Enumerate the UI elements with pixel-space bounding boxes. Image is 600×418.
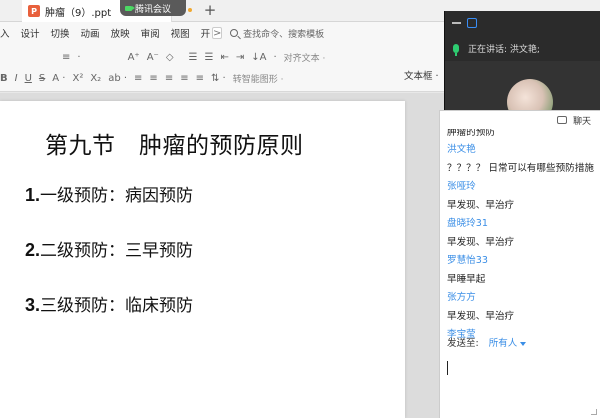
chat-message: ？？？？ 日常可以有哪些预防措施 [447,162,594,174]
bullet-text: 二级预防：三早预防 [40,241,194,261]
chevron-right-icon[interactable]: > [212,27,223,39]
send-to-select[interactable]: 所有人 [489,335,527,349]
menu-slideshow[interactable]: 放映 [111,26,141,40]
menu-transitions[interactable]: 切换 [51,26,81,40]
align-justify-button[interactable]: ≡ [180,73,188,84]
chat-message: 早发现、早治疗 [447,310,515,322]
search-placeholder: 查找命令、搜索模板 [243,29,325,40]
distribute-button[interactable]: ≡ [196,73,204,84]
toolbar-row-1: ≡ · A⁺ A⁻ ◇ ☰ ☰ ⇤ ⇥ ↓A · 对齐文本 · [2,47,332,67]
chat-sender: 张方方 [447,292,476,303]
bullet-list-button[interactable]: ☰ [189,52,198,63]
menu-developer[interactable]: 开 [201,26,213,40]
chat-title: 聊天 [572,116,591,127]
menu-insert[interactable]: 入 [0,26,21,40]
textbox-button[interactable]: 文本框 · [404,68,439,82]
chat-message: 早发现、早治疗 [447,236,515,248]
slide-bullet-3[interactable]: 3.三级预防：临床预防 [25,291,193,316]
tool-1-1[interactable]: ≡ [62,52,70,63]
indent-decrease-button[interactable]: ⇤ [220,52,228,63]
slide-bullet-2[interactable]: 2.二级预防：三早预防 [25,236,193,261]
tool-1-2[interactable]: · [77,52,80,63]
align-center-button[interactable]: ≡ [149,73,157,84]
camera-icon [125,5,135,11]
subscript-button[interactable]: X₂ [90,73,101,84]
tool-1-11[interactable]: · [273,52,276,63]
align-left-button[interactable]: ≡ [134,73,142,84]
chat-panel: 聊天 肿瘤的预防 洪文艳 ？？？？ 日常可以有哪些预防措施 张哑玲 早发现、早治… [439,110,600,418]
chevron-down-icon [520,342,527,346]
speaking-label: 正在讲话: 洪文艳; [468,44,540,55]
send-to-row: 发送至: 所有人 [447,335,527,349]
bullet-number: 2. [25,240,41,260]
superscript-button[interactable]: X² [72,73,83,84]
bullet-text: 一级预防：病因预防 [40,186,194,206]
status-dot [188,8,192,12]
toolbar-row-2: B I U S A · X² X₂ ab · ≡ ≡ ≡ ≡ ≡ ⇅ · 转智能… [0,68,290,88]
align-text-button[interactable]: 对齐文本 · [284,51,326,64]
chat-input[interactable] [440,349,600,418]
chat-header: 聊天 [440,111,600,129]
slide-title[interactable]: 第九节 肿瘤的预防原则 [45,126,304,160]
chat-sender: 张哑玲 [447,181,476,192]
formatting-toolbar: ≡ · A⁺ A⁻ ◇ ☰ ☰ ⇤ ⇥ ↓A · 对齐文本 · B I U S … [0,44,445,92]
meeting-controls [445,11,600,35]
menu-animations[interactable]: 动画 [81,26,111,40]
underline-button[interactable]: U [25,73,32,84]
number-list-button[interactable]: ☰ [205,52,214,63]
font-color-button[interactable]: A · [52,73,65,84]
chat-sender: 洪文艳 [447,144,476,155]
chat-message: 早发现、早治疗 [447,199,515,211]
send-to-value: 所有人 [488,338,518,349]
microphone-icon [453,43,459,56]
meeting-indicator[interactable]: 腾讯会议 [120,0,192,16]
italic-button[interactable]: I [15,73,18,84]
document-title: 肿瘤（9）.ppt [45,7,112,19]
minimize-icon[interactable] [452,22,461,24]
search-icon [230,29,239,37]
indent-increase-button[interactable]: ⇥ [236,52,244,63]
font-increase-button[interactable]: A⁺ [128,52,140,63]
menu-review[interactable]: 审阅 [141,26,171,40]
menu-view[interactable]: 视图 [171,26,201,40]
send-to-label: 发送至: [447,338,479,349]
chat-message: 早睡早起 [447,273,486,285]
menu-design[interactable]: 设计 [21,26,51,40]
line-spacing-button[interactable]: ⇅ · [211,73,226,84]
slide-bullet-1[interactable]: 1.一级预防：病因预防 [25,181,193,206]
meeting-label: 腾讯会议 [135,4,172,15]
new-tab-button[interactable]: + [203,2,217,18]
resize-grip-icon[interactable] [591,409,597,415]
speaker-bar: 正在讲话: 洪文艳; [445,37,600,59]
bullet-text: 三级预防：临床预防 [40,296,194,316]
chat-sender: 罗慧怡33 [447,255,488,266]
command-search[interactable]: 查找命令、搜索模板 [230,27,324,40]
smartart-button[interactable]: 转智能图形 · [233,72,284,85]
highlight-button[interactable]: ab · [108,73,127,84]
align-right-button[interactable]: ≡ [165,73,173,84]
clear-format-button[interactable]: ◇ [166,52,174,63]
bullet-number: 1. [25,185,41,205]
chat-message-list[interactable]: 肿瘤的预防 洪文艳 ？？？？ 日常可以有哪些预防措施 张哑玲 早发现、早治疗 盘… [447,129,597,345]
font-decrease-button[interactable]: A⁻ [147,52,159,63]
strikethrough-button[interactable]: S [39,73,45,84]
layout-icon[interactable] [467,18,477,28]
text-cursor [447,361,448,375]
chat-sender: 盘晓玲31 [447,218,488,229]
text-direction-button[interactable]: ↓A [251,52,266,63]
bold-button[interactable]: B [0,73,8,84]
chat-icon [556,116,567,124]
ppt-file-icon: P [28,5,40,17]
bullet-number: 3. [25,295,41,315]
chat-message: 肿瘤的预防 [447,129,495,138]
